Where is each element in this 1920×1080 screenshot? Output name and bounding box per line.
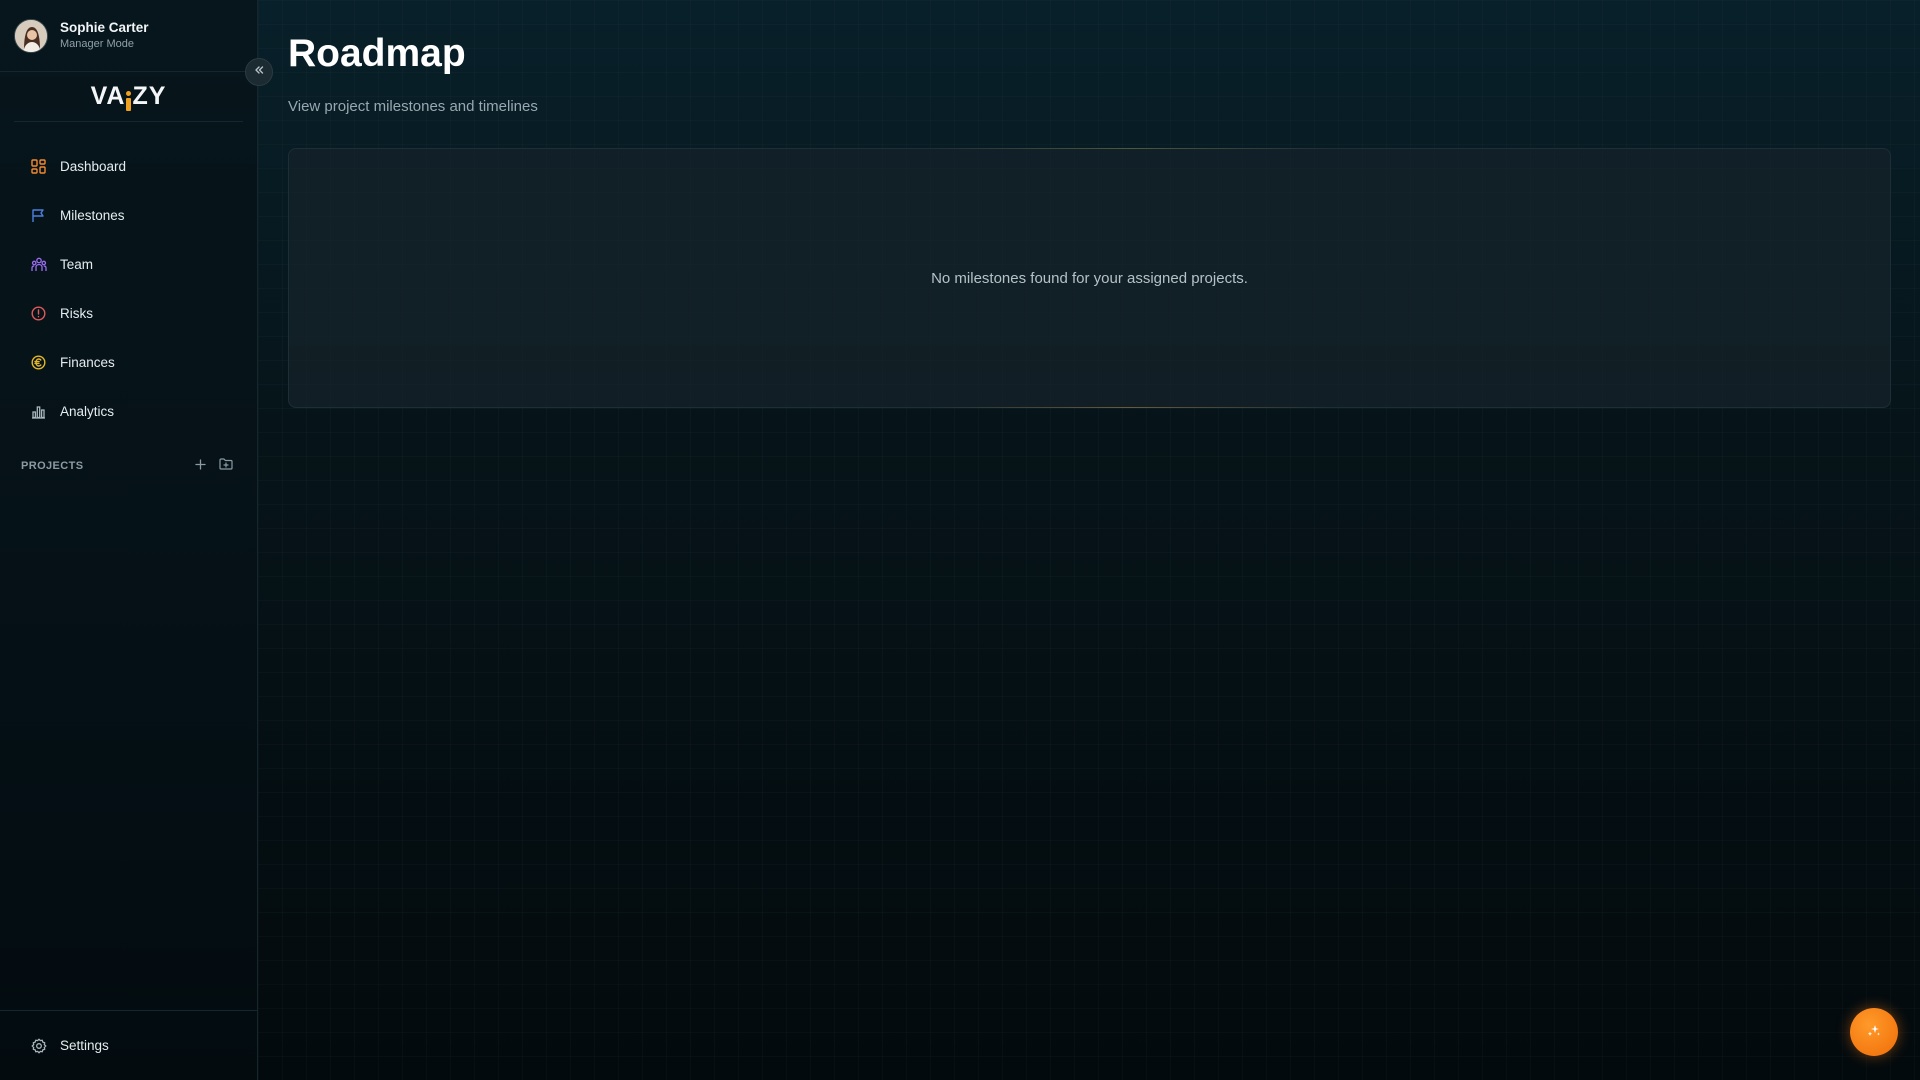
logo-wordmark: VA ZY [91, 82, 167, 111]
sidebar: Sophie Carter Manager Mode VA ZY Dashboa… [0, 0, 273, 1080]
sidebar-item-label: Team [60, 257, 94, 272]
sidebar-nav: Dashboard Milestones Team Risks Finances… [0, 142, 257, 436]
gear-icon [30, 1037, 47, 1054]
sidebar-item-analytics[interactable]: Analytics [0, 387, 257, 436]
team-icon [30, 256, 47, 273]
sidebar-item-team[interactable]: Team [0, 240, 257, 289]
sidebar-item-risks[interactable]: Risks [0, 289, 257, 338]
projects-section-header: PROJECTS [0, 454, 257, 478]
alert-circle-icon [30, 305, 47, 322]
sidebar-item-label: Dashboard [60, 159, 127, 174]
dashboard-grid-icon [30, 158, 47, 175]
settings-label: Settings [60, 1038, 109, 1053]
app-shell: Sophie Carter Manager Mode VA ZY Dashboa… [0, 0, 1920, 1080]
bar-chart-icon [30, 403, 47, 420]
logo-i-mark [126, 91, 132, 111]
main-content: Roadmap View project milestones and time… [258, 0, 1920, 1080]
flag-icon [30, 207, 47, 224]
ai-assistant-button[interactable] [1850, 1008, 1898, 1056]
roadmap-panel: No milestones found for your assigned pr… [288, 148, 1891, 408]
brand-logo[interactable]: VA ZY [14, 72, 243, 122]
user-role: Manager Mode [60, 37, 134, 50]
add-project-button[interactable] [191, 457, 209, 475]
folder-plus-icon [219, 457, 233, 475]
sidebar-item-dashboard[interactable]: Dashboard [0, 142, 257, 191]
sidebar-item-label: Milestones [60, 208, 125, 223]
euro-coin-icon [30, 354, 47, 371]
sidebar-item-settings[interactable]: Settings [0, 1010, 257, 1080]
sparkles-icon [1866, 1022, 1882, 1043]
sidebar-item-finances[interactable]: Finances [0, 338, 257, 387]
sidebar-item-label: Risks [60, 306, 93, 321]
user-name: Sophie Carter [60, 20, 149, 36]
add-folder-button[interactable] [217, 457, 235, 475]
page-subtitle: View project milestones and timelines [288, 98, 538, 115]
logo-text-left: VA [90, 82, 126, 110]
empty-state-message: No milestones found for your assigned pr… [931, 269, 1248, 287]
page-title: Roadmap [288, 32, 466, 75]
logo-text-right: ZY [132, 82, 167, 110]
sidebar-item-label: Analytics [60, 404, 115, 419]
projects-title: PROJECTS [21, 460, 84, 472]
sidebar-item-milestones[interactable]: Milestones [0, 191, 257, 240]
plus-icon [194, 457, 206, 475]
collapse-sidebar-button[interactable] [245, 58, 273, 86]
sidebar-item-label: Finances [60, 355, 115, 370]
user-profile[interactable]: Sophie Carter Manager Mode [0, 0, 257, 72]
chevrons-left-icon [253, 63, 265, 81]
avatar[interactable] [14, 18, 48, 53]
